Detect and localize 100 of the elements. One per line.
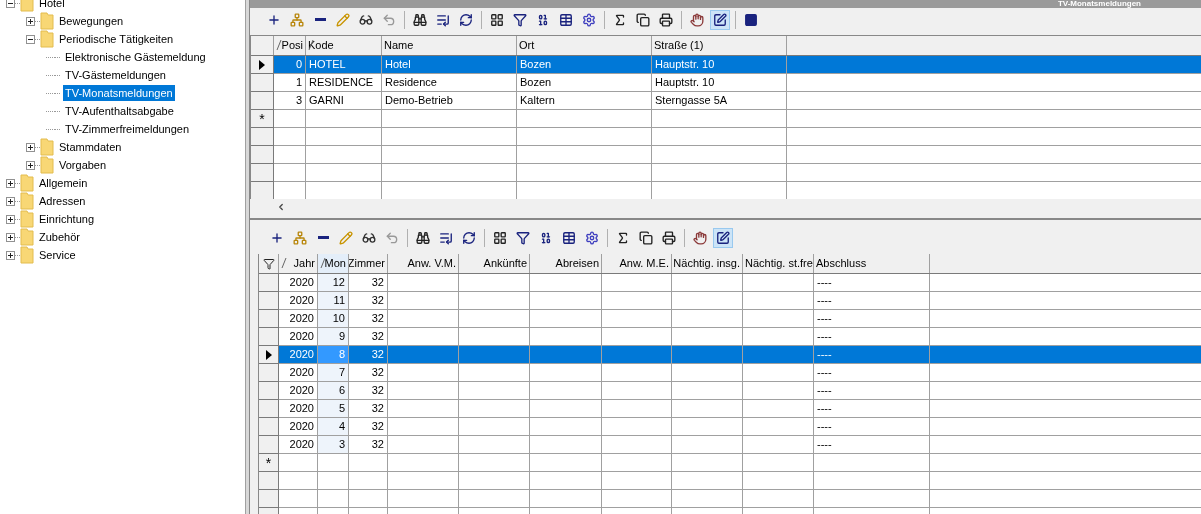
table-cell: Demo-Betrieb: [382, 92, 517, 110]
expand-icon[interactable]: [26, 160, 35, 170]
goto-record-icon: [436, 12, 450, 27]
tree-item[interactable]: Zubehör: [37, 228, 82, 246]
column-header[interactable]: Ankünfte: [459, 254, 530, 273]
plus-icon: [270, 230, 284, 245]
row-header[interactable]: *: [251, 110, 274, 128]
table-cell: [743, 346, 814, 364]
table-row[interactable]: 2020 11 32 ----: [259, 292, 1201, 310]
new-row-marker: *: [265, 455, 272, 470]
table-cell: 32: [349, 436, 388, 454]
table-cell: 10: [318, 310, 349, 328]
column-header[interactable]: Nächtig. st.fre: [743, 254, 814, 273]
table-row[interactable]: 1 RESIDENCE Residence Bozen Hauptstr. 10: [251, 74, 1201, 92]
binoculars-icon: [416, 230, 430, 245]
tree-item[interactable]: Service: [37, 246, 78, 264]
table-cell: 32: [349, 346, 388, 364]
table-cell: 32: [349, 382, 388, 400]
table-cell: [672, 346, 743, 364]
table-cell: [459, 292, 530, 310]
column-header[interactable]: Nächtig. insg.: [672, 254, 743, 273]
table-row[interactable]: 2020 7 32 ----: [259, 364, 1201, 382]
tree-item[interactable]: Bewegungen: [57, 12, 126, 30]
folder-icon: [20, 228, 34, 246]
printer-icon: [662, 230, 676, 245]
column-header[interactable]: Name: [382, 36, 517, 55]
filter-icon[interactable]: [262, 257, 275, 270]
tree-item[interactable]: TV-Aufenthaltsabgabe: [63, 102, 176, 120]
table-cell: 32: [349, 400, 388, 418]
table-cell: 7: [318, 364, 349, 382]
column-header[interactable]: Abreisen: [530, 254, 602, 273]
row-header[interactable]: [259, 346, 279, 364]
table-row[interactable]: 2020 4 32 ----: [259, 418, 1201, 436]
table-cell: 3: [274, 92, 306, 110]
column-header[interactable]: Posi: [274, 36, 306, 55]
tree-item[interactable]: Adressen: [37, 192, 88, 210]
expand-icon[interactable]: [6, 250, 15, 260]
column-header[interactable]: Kode: [306, 36, 382, 55]
table-row[interactable]: 2020 6 32 ----: [259, 382, 1201, 400]
scroll-left-icon[interactable]: [276, 202, 286, 212]
goto-record-icon: [439, 230, 453, 245]
table-cell: 4: [318, 418, 349, 436]
table-cell: [743, 400, 814, 418]
printer-icon: [659, 12, 673, 27]
table-cell: [459, 382, 530, 400]
tree-item[interactable]: TV-Gästemeldungen: [63, 66, 168, 84]
tree-item[interactable]: TV-Zimmerfreimeldungen: [63, 120, 192, 138]
table-cell: [602, 346, 672, 364]
tree-item[interactable]: Stammdaten: [57, 138, 124, 156]
table-row[interactable]: 2020 8 32 ----: [259, 346, 1201, 364]
table-cell: [672, 400, 743, 418]
table-cell: Hauptstr. 10: [652, 74, 787, 92]
toolbar-button[interactable]: [710, 9, 730, 30]
table-row[interactable]: 2020 12 32 ----: [259, 274, 1201, 292]
expand-icon[interactable]: [26, 142, 35, 152]
expand-icon[interactable]: [26, 16, 35, 26]
column-header[interactable]: Mon: [318, 254, 349, 273]
tree-item[interactable]: Einrichtung: [37, 210, 97, 228]
column-header[interactable]: Anw. V.M.: [388, 254, 459, 273]
column-header[interactable]: Ort: [517, 36, 652, 55]
expand-icon[interactable]: [6, 214, 15, 224]
pointing-hand-icon: [690, 12, 704, 27]
column-header[interactable]: Abschluss: [814, 254, 930, 273]
column-header[interactable]: Straße (1): [652, 36, 787, 55]
tree-item[interactable]: Elektronische Gästemeldung: [63, 48, 208, 66]
tree-item[interactable]: Allgemein: [37, 174, 90, 192]
minus-icon: [314, 18, 326, 21]
table-cell: [459, 346, 530, 364]
table-row[interactable]: 2020 3 32 ----: [259, 436, 1201, 454]
expand-icon[interactable]: [6, 178, 15, 188]
column-header[interactable]: Anw. M.E.: [602, 254, 672, 273]
tree-item[interactable]: Vorgaben: [57, 156, 109, 174]
table-cell: [602, 418, 672, 436]
table-cell: 11: [318, 292, 349, 310]
table-cell: [388, 274, 459, 292]
table-cell: [743, 382, 814, 400]
undo-icon: [385, 230, 399, 245]
folder-icon: [40, 30, 54, 48]
sort-icon: [276, 39, 282, 51]
row-header[interactable]: *: [259, 454, 279, 472]
table-cell: [459, 310, 530, 328]
table-cell: [459, 418, 530, 436]
collapse-icon[interactable]: [26, 34, 35, 44]
table-row[interactable]: 3 GARNI Demo-Betrieb Kaltern Sterngasse 5A: [251, 92, 1201, 110]
expand-icon[interactable]: [6, 196, 15, 206]
folder-icon: [20, 210, 34, 228]
tree-item[interactable]: TV-Monatsmeldungen: [63, 84, 175, 102]
table-cell: [602, 310, 672, 328]
row-header[interactable]: [251, 56, 274, 74]
table-row[interactable]: 0 HOTEL Hotel Bozen Hauptstr. 10: [251, 56, 1201, 74]
table-row[interactable]: 2020 5 32 ----: [259, 400, 1201, 418]
tree-item[interactable]: Periodische Tätigkeiten: [57, 30, 176, 48]
expand-icon[interactable]: [6, 232, 15, 242]
table-row[interactable]: 2020 10 32 ----: [259, 310, 1201, 328]
collapse-icon[interactable]: [6, 0, 15, 8]
table-icon: [562, 230, 576, 245]
table-cell: [388, 346, 459, 364]
number-format-icon: [539, 230, 553, 245]
toolbar-button[interactable]: [713, 227, 733, 248]
table-cell: [743, 418, 814, 436]
